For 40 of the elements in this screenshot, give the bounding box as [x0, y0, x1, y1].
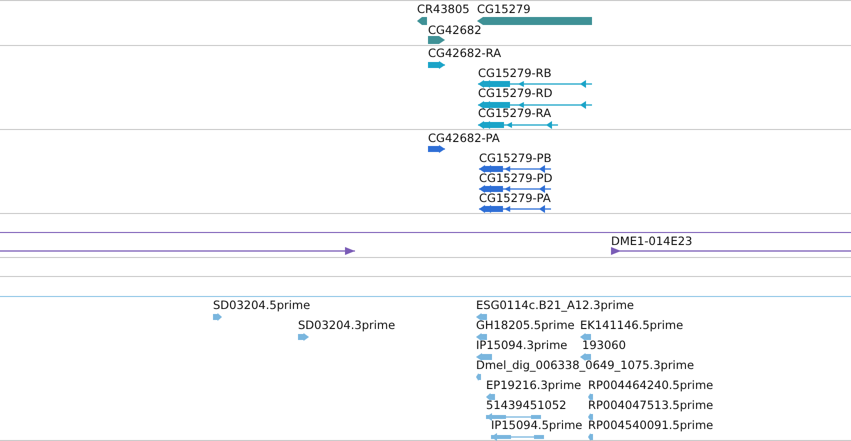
feature-glyph[interactable]	[417, 17, 427, 25]
feature-label: CG42682-PA	[428, 132, 500, 145]
feature-glyph[interactable]	[588, 413, 593, 421]
feature-label: RP004540091.5prime	[588, 419, 714, 432]
feature-glyph[interactable]	[428, 145, 445, 153]
feature-glyph[interactable]	[479, 205, 551, 213]
feature-label: EP19216.3prime	[486, 379, 582, 392]
feature-label: CG15279-RA	[478, 107, 552, 120]
feature-label: ESG0114c.B21_A12.3prime	[476, 299, 634, 312]
feature-glyph[interactable]	[0, 247, 355, 255]
feature-glyph[interactable]	[476, 313, 487, 321]
feature-label: 51439451052	[486, 399, 566, 412]
feature-label: 193060	[582, 339, 626, 352]
feature-label: GH18205.5prime	[476, 319, 575, 332]
feature-label: CG15279-RD	[478, 87, 553, 100]
feature-label: CG15279-PB	[479, 152, 552, 165]
feature-label: CR43805	[417, 3, 470, 16]
feature-label: EK141146.5prime	[580, 319, 684, 332]
feature-label: IP15094.3prime	[476, 339, 568, 352]
feature-label: SD03204.3prime	[298, 319, 396, 332]
feature-glyph[interactable]	[479, 165, 551, 173]
feature-label: CG15279-PD	[479, 172, 552, 185]
feature-glyph[interactable]	[611, 247, 851, 255]
feature-label: CG15279-RB	[478, 67, 552, 80]
feature-glyph[interactable]	[476, 333, 487, 341]
feature-label: DME1-014E23	[611, 235, 692, 248]
feature-label: CG15279	[477, 3, 531, 16]
feature-glyph[interactable]	[588, 393, 593, 401]
feature-label: IP15094.5prime	[491, 419, 582, 432]
feature-label: Dmel_dig_006338_0649_1075.3prime	[476, 359, 694, 372]
feature-label: CG42682-RA	[428, 47, 502, 60]
feature-glyph[interactable]	[486, 393, 495, 401]
feature-label: SD03204.5prime	[213, 299, 310, 312]
feature-glyph[interactable]	[428, 36, 445, 44]
feature-label: CG15279-PA	[479, 192, 551, 205]
feature-label: RP004464240.5prime	[588, 379, 714, 392]
feature-glyph[interactable]	[477, 17, 592, 25]
feature-label: CG42682	[428, 24, 482, 37]
feature-label: RP004047513.5prime	[588, 399, 714, 412]
feature-glyph[interactable]	[479, 185, 551, 193]
